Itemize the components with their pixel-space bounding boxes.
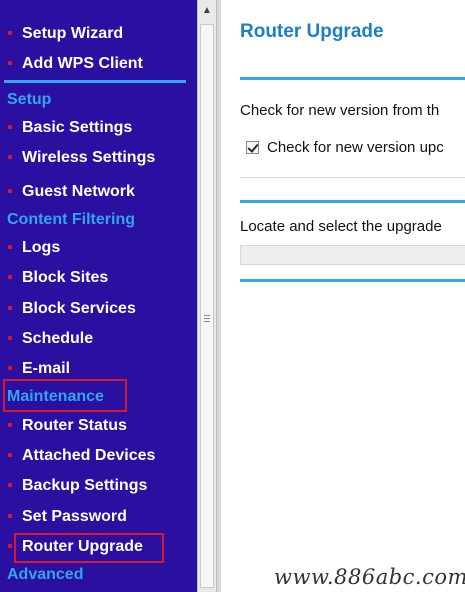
sidebar-section-setup[interactable]: Setup bbox=[7, 89, 51, 111]
check-version-checkbox[interactable] bbox=[246, 141, 259, 155]
bullet-icon bbox=[8, 244, 12, 249]
sidebar-item-label: Add WPS Client bbox=[22, 55, 143, 72]
sidebar-item-label: Router Upgrade bbox=[22, 538, 143, 555]
sidebar-menu: Setup Wizard Add WPS Client Setup Basic … bbox=[0, 0, 197, 592]
section-divider bbox=[240, 177, 465, 178]
sidebar-item-basic-settings[interactable]: Basic Settings bbox=[8, 115, 132, 141]
sidebar-section-label: Content Filtering bbox=[7, 211, 135, 228]
bullet-icon bbox=[8, 422, 12, 427]
check-version-checkbox-label: Check for new version upc bbox=[267, 139, 444, 157]
sidebar-item-wireless-settings[interactable]: Wireless Settings bbox=[8, 145, 155, 171]
sidebar-item-label: Router Status bbox=[22, 417, 127, 434]
bullet-icon bbox=[8, 482, 12, 487]
sidebar-item-set-password[interactable]: Set Password bbox=[8, 504, 127, 530]
bullet-icon bbox=[8, 452, 12, 457]
sidebar-item-router-status[interactable]: Router Status bbox=[8, 413, 127, 439]
sidebar-scrollbar[interactable]: ▲ bbox=[197, 0, 217, 592]
bullet-icon bbox=[8, 60, 12, 65]
sidebar-item-label: Schedule bbox=[22, 330, 94, 347]
bullet-icon bbox=[8, 305, 12, 310]
sidebar-divider bbox=[4, 80, 186, 83]
sidebar-item-label: Wireless Settings bbox=[22, 149, 156, 166]
sidebar-item-backup-settings[interactable]: Backup Settings bbox=[8, 473, 147, 499]
scroll-up-arrow-icon[interactable]: ▲ bbox=[199, 2, 215, 20]
sidebar-item-label: Setup Wizard bbox=[22, 25, 124, 42]
sidebar-item-label: Backup Settings bbox=[22, 477, 148, 494]
bottom-divider bbox=[240, 279, 465, 282]
bullet-icon bbox=[8, 274, 12, 279]
bullet-icon bbox=[8, 513, 12, 518]
sidebar-item-logs[interactable]: Logs bbox=[8, 235, 60, 261]
sidebar-item-label: Attached Devices bbox=[22, 447, 156, 464]
bullet-icon bbox=[8, 124, 12, 129]
bullet-icon bbox=[8, 543, 12, 548]
title-divider bbox=[240, 77, 465, 80]
upgrade-file-field[interactable] bbox=[240, 245, 465, 265]
sidebar-section-content-filtering[interactable]: Content Filtering bbox=[7, 209, 135, 231]
sidebar-section-label: Maintenance bbox=[7, 388, 104, 405]
sidebar-item-label: Set Password bbox=[22, 508, 127, 525]
scrollbar-thumb[interactable] bbox=[200, 24, 214, 588]
sidebar-item-label: Logs bbox=[22, 239, 61, 256]
bullet-icon bbox=[8, 154, 12, 159]
scroll-grip-icon bbox=[204, 315, 210, 324]
sidebar-item-attached-devices[interactable]: Attached Devices bbox=[8, 443, 155, 469]
sidebar-item-block-sites[interactable]: Block Sites bbox=[8, 265, 108, 291]
sidebar-section-label: Setup bbox=[7, 91, 52, 108]
bullet-icon bbox=[8, 30, 12, 35]
page-title: Router Upgrade bbox=[240, 21, 384, 42]
check-version-checkbox-row[interactable]: Check for new version upc bbox=[246, 139, 444, 159]
sidebar-section-maintenance[interactable]: Maintenance bbox=[7, 386, 104, 408]
bullet-icon bbox=[8, 335, 12, 340]
sidebar-item-setup-wizard[interactable]: Setup Wizard bbox=[8, 21, 123, 47]
sidebar-item-label: Block Sites bbox=[22, 269, 109, 286]
sidebar-item-schedule[interactable]: Schedule bbox=[8, 326, 93, 352]
check-version-text: Check for new version from th bbox=[240, 102, 440, 119]
sidebar-item-block-services[interactable]: Block Services bbox=[8, 296, 136, 322]
watermark-text: www.886abc.com bbox=[274, 565, 465, 589]
locate-upgrade-text: Locate and select the upgrade bbox=[240, 218, 442, 235]
sidebar-item-guest-network[interactable]: Guest Network bbox=[8, 179, 135, 205]
sidebar-section-label: Advanced bbox=[7, 566, 84, 583]
sidebar-item-label: Guest Network bbox=[22, 183, 135, 200]
sidebar-item-label: E-mail bbox=[22, 360, 71, 377]
bullet-icon bbox=[8, 188, 12, 193]
bullet-icon bbox=[8, 365, 12, 370]
sidebar-item-label: Basic Settings bbox=[22, 119, 133, 136]
sidebar-section-advanced[interactable]: Advanced bbox=[7, 564, 83, 586]
sidebar-item-add-wps-client[interactable]: Add WPS Client bbox=[8, 51, 143, 77]
sidebar-item-router-upgrade[interactable]: Router Upgrade bbox=[8, 534, 143, 560]
sidebar-item-label: Block Services bbox=[22, 300, 136, 317]
upload-section-divider bbox=[240, 200, 465, 203]
main-content: Router Upgrade Check for new version fro… bbox=[217, 0, 465, 592]
